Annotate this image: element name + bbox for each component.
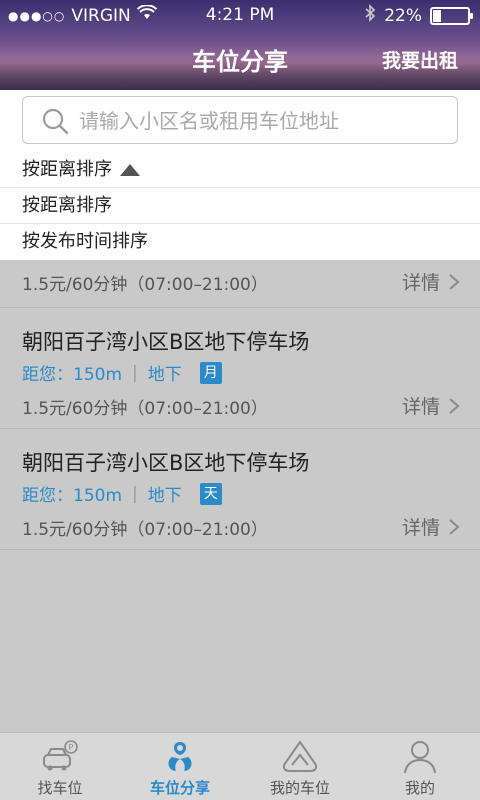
item-meta: 距您：150m | 地下 天	[22, 481, 222, 506]
search-box[interactable]	[22, 96, 458, 144]
rental-type-badge: 天	[199, 482, 222, 505]
tab-label: 车位分享	[149, 779, 210, 797]
detail-label: 详情	[401, 272, 440, 294]
item-location: 地下	[147, 365, 182, 385]
tab-label: 找车位	[37, 779, 83, 797]
my-parking-icon	[282, 741, 318, 772]
chevron-right-icon	[449, 397, 460, 414]
sort-selector[interactable]: 按距离排序	[0, 152, 480, 188]
svg-text:P: P	[69, 743, 74, 752]
item-meta: 距您：150m | 地下 月	[22, 360, 222, 385]
item-distance: 距您：150m	[22, 365, 123, 385]
tab-find-parking[interactable]: P 找车位	[0, 733, 120, 800]
search-icon	[41, 107, 69, 135]
rent-out-button[interactable]: 我要出租	[382, 46, 458, 73]
triangle-up-icon	[120, 163, 140, 176]
detail-link[interactable]: 详情	[402, 513, 460, 540]
tab-profile[interactable]: 我的	[360, 733, 480, 800]
tab-label: 我的	[404, 779, 435, 797]
meta-separator: |	[132, 362, 138, 383]
item-price: 1.5元/60分钟（07:00–21:00）	[22, 275, 268, 295]
item-title: 朝阳百子湾小区B区地下停车场	[22, 330, 310, 354]
user-icon	[404, 741, 436, 774]
tab-bar: P 找车位 车位分享 我的车位 我的	[0, 732, 480, 800]
search-input[interactable]	[79, 105, 449, 137]
tab-share-parking[interactable]: 车位分享	[120, 733, 240, 800]
item-price: 1.5元/60分钟（07:00–21:00）	[22, 399, 268, 419]
list-item[interactable]: 朝阳百子湾小区B区地下停车场 距您：150m | 地下 月 1.5元/60分钟（…	[0, 308, 480, 429]
list-item[interactable]: 朝阳百子湾小区B区地下停车场 距您：150m | 地下 天 1.5元/60分钟（…	[0, 429, 480, 550]
bluetooth-icon	[364, 4, 376, 27]
item-price: 1.5元/60分钟（07:00–21:00）	[22, 520, 268, 540]
battery-percent: 22%	[384, 5, 422, 26]
parking-list: 1.5元/60分钟（07:00–21:00） 详情 朝阳百子湾小区B区地下停车场…	[0, 260, 480, 550]
share-icon	[168, 742, 192, 771]
sort-option-distance[interactable]: 按距离排序	[0, 188, 480, 224]
item-location: 地下	[147, 486, 182, 506]
tab-my-parking[interactable]: 我的车位	[240, 733, 360, 800]
meta-separator: |	[132, 483, 138, 504]
item-title: 朝阳百子湾小区B区地下停车场	[22, 451, 310, 475]
detail-link[interactable]: 详情	[402, 392, 460, 419]
item-distance: 距您：150m	[22, 486, 123, 506]
rental-type-badge: 月	[199, 361, 222, 384]
search-section	[0, 90, 480, 152]
car-parking-icon: P	[43, 740, 78, 771]
tab-label: 我的车位	[269, 779, 330, 797]
detail-label: 详情	[401, 396, 440, 418]
sort-selected-label: 按距离排序	[22, 158, 112, 180]
chevron-right-icon	[449, 273, 460, 290]
nav-bar: 车位分享 我要出租	[0, 36, 480, 80]
detail-label: 详情	[401, 517, 440, 539]
sort-option-publish-time[interactable]: 按发布时间排序	[0, 224, 480, 260]
battery-icon	[430, 6, 473, 25]
list-item[interactable]: 1.5元/60分钟（07:00–21:00） 详情	[0, 260, 480, 308]
status-bar: ●●●○○ VIRGIN 4:21 PM 22%	[0, 0, 480, 30]
detail-link[interactable]: 详情	[402, 268, 460, 295]
header: ●●●○○ VIRGIN 4:21 PM 22% 车位分享 我要出租	[0, 0, 480, 90]
chevron-right-icon	[449, 518, 460, 535]
sort-dropdown: 按距离排序 按距离排序 按发布时间排序	[0, 152, 480, 260]
